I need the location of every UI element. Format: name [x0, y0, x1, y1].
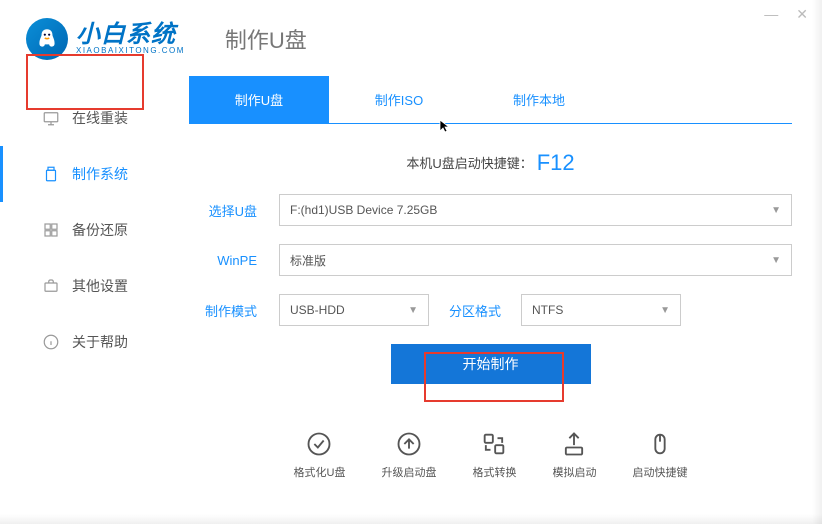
tabs: 制作U盘 制作ISO 制作本地	[189, 76, 792, 124]
brand-name: 小白系统	[76, 22, 185, 47]
boot-key-value: F12	[537, 150, 575, 175]
tool-label: 启动快捷键	[632, 464, 687, 480]
tool-format-usb[interactable]: 格式化U盘	[294, 430, 346, 480]
swap-icon	[480, 430, 508, 458]
chevron-down-icon: ▼	[771, 255, 781, 266]
winpe-value: 标准版	[290, 252, 326, 269]
sidebar-item-settings[interactable]: 其他设置	[0, 258, 175, 314]
sidebar-item-make-system[interactable]: 制作系统	[0, 146, 175, 202]
start-make-button[interactable]: 开始制作	[391, 344, 591, 384]
partition-value: NTFS	[532, 303, 563, 317]
tool-upgrade-boot[interactable]: 升级启动盘	[381, 430, 436, 480]
sidebar-item-label: 关于帮助	[72, 332, 128, 352]
page-title: 制作U盘	[225, 23, 307, 55]
check-circle-icon	[305, 430, 333, 458]
tab-make-iso[interactable]: 制作ISO	[329, 76, 469, 123]
chevron-down-icon: ▼	[660, 305, 670, 316]
chevron-down-icon: ▼	[771, 205, 781, 216]
mode-dropdown[interactable]: USB-HDD ▼	[279, 294, 429, 326]
boot-key-hint: 本机U盘启动快捷键：F12	[189, 150, 792, 176]
sidebar-item-backup[interactable]: 备份还原	[0, 202, 175, 258]
sidebar: 在线重装 制作系统 备份还原 其他设置 关于帮助	[0, 70, 175, 480]
grid-icon	[42, 221, 60, 239]
mode-label: 制作模式	[189, 301, 279, 320]
minimize-button[interactable]: —	[764, 6, 778, 23]
tool-simulate-boot[interactable]: 模拟启动	[552, 430, 596, 480]
select-usb-label: 选择U盘	[189, 201, 279, 220]
winpe-dropdown[interactable]: 标准版 ▼	[279, 244, 792, 276]
chevron-down-icon: ▼	[408, 305, 418, 316]
tool-label: 格式化U盘	[294, 464, 346, 480]
select-usb-dropdown[interactable]: F:(hd1)USB Device 7.25GB ▼	[279, 194, 792, 226]
tab-make-local[interactable]: 制作本地	[469, 76, 609, 123]
partition-dropdown[interactable]: NTFS ▼	[521, 294, 681, 326]
penguin-icon	[26, 18, 68, 60]
sidebar-item-label: 制作系统	[72, 164, 128, 184]
sidebar-item-label: 备份还原	[72, 220, 128, 240]
brand-url: XIAOBAIXITONG.COM	[76, 47, 185, 55]
upload-icon	[560, 430, 588, 458]
sidebar-item-label: 其他设置	[72, 276, 128, 296]
tool-boot-hotkey[interactable]: 启动快捷键	[632, 430, 687, 480]
tool-label: 模拟启动	[552, 464, 596, 480]
mouse-icon	[646, 430, 674, 458]
select-usb-value: F:(hd1)USB Device 7.25GB	[290, 203, 437, 217]
sidebar-item-reinstall[interactable]: 在线重装	[0, 90, 175, 146]
arrow-up-circle-icon	[395, 430, 423, 458]
tool-label: 升级启动盘	[381, 464, 436, 480]
tool-label: 格式转换	[472, 464, 516, 480]
usb-icon	[42, 165, 60, 183]
shadow	[0, 514, 822, 524]
partition-label: 分区格式	[449, 301, 501, 320]
tool-format-convert[interactable]: 格式转换	[472, 430, 516, 480]
shadow	[812, 0, 822, 524]
cursor-icon	[438, 118, 454, 134]
brand-logo: 小白系统 XIAOBAIXITONG.COM	[26, 18, 185, 60]
briefcase-icon	[42, 277, 60, 295]
winpe-label: WinPE	[189, 253, 279, 268]
close-button[interactable]: ✕	[796, 6, 808, 23]
tab-make-usb[interactable]: 制作U盘	[189, 76, 329, 123]
sidebar-item-about[interactable]: 关于帮助	[0, 314, 175, 370]
info-icon	[42, 333, 60, 351]
mode-value: USB-HDD	[290, 303, 345, 317]
monitor-icon	[42, 109, 60, 127]
sidebar-item-label: 在线重装	[72, 108, 128, 128]
